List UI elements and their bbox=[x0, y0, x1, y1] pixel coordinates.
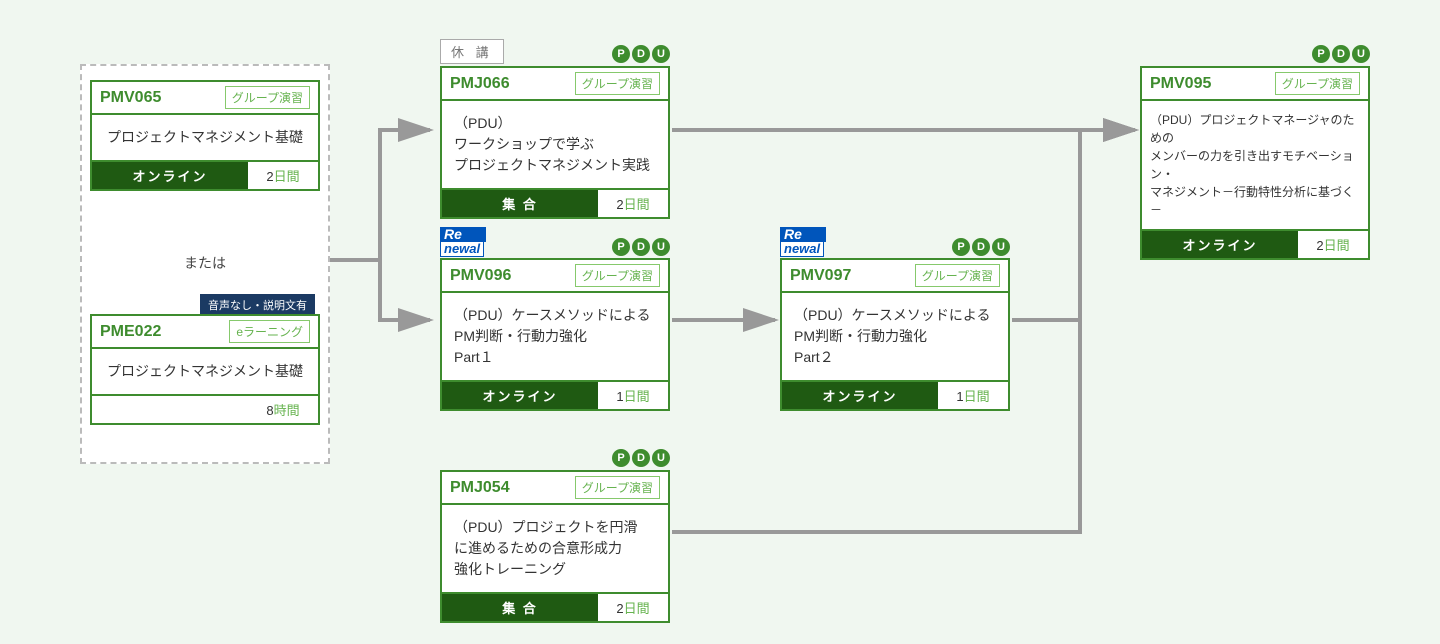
course-duration: 1日間 bbox=[938, 382, 1008, 409]
course-card-pmv097[interactable]: PMV097 グループ演習 （PDU）ケースメソッドによるPM判断・行動力強化P… bbox=[780, 258, 1010, 411]
badge-row-pmv096: Re newal PDU bbox=[440, 225, 670, 257]
course-mode: オンライン bbox=[92, 162, 248, 189]
course-type-badge: グループ演習 bbox=[915, 264, 1000, 287]
badge-row-pmj066: 休 講 PDU bbox=[440, 40, 670, 64]
pdu-icon: PDU bbox=[612, 237, 670, 257]
badge-row-pmv097: Re newal PDU bbox=[780, 225, 1010, 257]
note-badge-audio: 音声なし・説明文有 bbox=[200, 294, 315, 316]
badge-row-pmj054: PDU bbox=[440, 444, 670, 468]
card-footer: オンライン 2日間 bbox=[1142, 229, 1368, 258]
course-title: （PDU）プロジェクトマネージャのためのメンバーの力を引き出すモチベーション・マ… bbox=[1142, 101, 1368, 229]
course-card-pmv065[interactable]: PMV065 グループ演習 プロジェクトマネジメント基礎 オンライン 2日間 bbox=[90, 80, 320, 191]
course-code: PMJ066 bbox=[450, 75, 510, 93]
course-card-pmv095[interactable]: PMV095 グループ演習 （PDU）プロジェクトマネージャのためのメンバーの力… bbox=[1140, 66, 1370, 260]
course-duration: 2日間 bbox=[598, 594, 668, 621]
course-card-pmj066[interactable]: PMJ066 グループ演習 （PDU）ワークショップで学ぶプロジェクトマネジメン… bbox=[440, 66, 670, 219]
card-footer: オンライン 2日間 bbox=[92, 160, 318, 189]
course-type-badge: グループ演習 bbox=[575, 264, 660, 287]
card-header: PMV095 グループ演習 bbox=[1142, 68, 1368, 101]
card-footer: 8時間 bbox=[92, 394, 318, 423]
card-header: PME022 eラーニング bbox=[92, 316, 318, 349]
course-code: PMV096 bbox=[450, 267, 511, 285]
course-title: （PDU）ワークショップで学ぶプロジェクトマネジメント実践 bbox=[442, 101, 668, 188]
or-label: または bbox=[175, 253, 235, 273]
renewal-icon: Re newal bbox=[440, 227, 490, 257]
course-duration: 8時間 bbox=[248, 396, 318, 423]
cancelled-badge: 休 講 bbox=[440, 39, 504, 64]
course-duration: 1日間 bbox=[598, 382, 668, 409]
course-title: （PDU）ケースメソッドによるPM判断・行動力強化Part２ bbox=[782, 293, 1008, 380]
course-card-pmv096[interactable]: PMV096 グループ演習 （PDU）ケースメソッドによるPM判断・行動力強化P… bbox=[440, 258, 670, 411]
course-mode: オンライン bbox=[1142, 231, 1298, 258]
course-code: PMV097 bbox=[790, 267, 851, 285]
card-footer: オンライン 1日間 bbox=[442, 380, 668, 409]
course-mode: オンライン bbox=[442, 382, 598, 409]
course-title: プロジェクトマネジメント基礎 bbox=[92, 115, 318, 160]
course-type-badge: グループ演習 bbox=[575, 72, 660, 95]
course-type-badge: グループ演習 bbox=[225, 86, 310, 109]
card-footer: オンライン 1日間 bbox=[782, 380, 1008, 409]
card-footer: 集 合 2日間 bbox=[442, 592, 668, 621]
card-header: PMV097 グループ演習 bbox=[782, 260, 1008, 293]
course-card-pmj054[interactable]: PMJ054 グループ演習 （PDU）プロジェクトを円滑に進めるための合意形成力… bbox=[440, 470, 670, 623]
card-header: PMJ066 グループ演習 bbox=[442, 68, 668, 101]
course-title: （PDU）プロジェクトを円滑に進めるための合意形成力強化トレーニング bbox=[442, 505, 668, 592]
course-code: PMJ054 bbox=[450, 479, 510, 497]
pdu-icon: PDU bbox=[612, 448, 670, 468]
card-footer: 集 合 2日間 bbox=[442, 188, 668, 217]
course-duration: 2日間 bbox=[598, 190, 668, 217]
pdu-icon: PDU bbox=[612, 44, 670, 64]
course-type-badge: グループ演習 bbox=[575, 476, 660, 499]
course-type-badge: グループ演習 bbox=[1275, 72, 1360, 95]
renewal-icon: Re newal bbox=[780, 227, 830, 257]
course-duration: 2日間 bbox=[1298, 231, 1368, 258]
course-card-pme022[interactable]: PME022 eラーニング プロジェクトマネジメント基礎 8時間 bbox=[90, 314, 320, 425]
course-code: PMV065 bbox=[100, 89, 161, 107]
diagram-canvas: または PMV065 グループ演習 プロジェクトマネジメント基礎 オンライン 2… bbox=[0, 0, 1440, 644]
pdu-icon: PDU bbox=[1312, 44, 1370, 64]
course-mode: オンライン bbox=[782, 382, 938, 409]
course-type-badge: eラーニング bbox=[229, 320, 310, 343]
course-mode: 集 合 bbox=[442, 594, 598, 621]
course-mode bbox=[92, 396, 248, 423]
course-mode: 集 合 bbox=[442, 190, 598, 217]
course-code: PME022 bbox=[100, 323, 161, 341]
pdu-icon: PDU bbox=[952, 237, 1010, 257]
course-title: （PDU）ケースメソッドによるPM判断・行動力強化Part１ bbox=[442, 293, 668, 380]
card-header: PMV065 グループ演習 bbox=[92, 82, 318, 115]
course-duration: 2日間 bbox=[248, 162, 318, 189]
badge-row-pmv095: PDU bbox=[1140, 40, 1370, 64]
course-code: PMV095 bbox=[1150, 75, 1211, 93]
card-header: PMJ054 グループ演習 bbox=[442, 472, 668, 505]
course-title: プロジェクトマネジメント基礎 bbox=[92, 349, 318, 394]
card-header: PMV096 グループ演習 bbox=[442, 260, 668, 293]
